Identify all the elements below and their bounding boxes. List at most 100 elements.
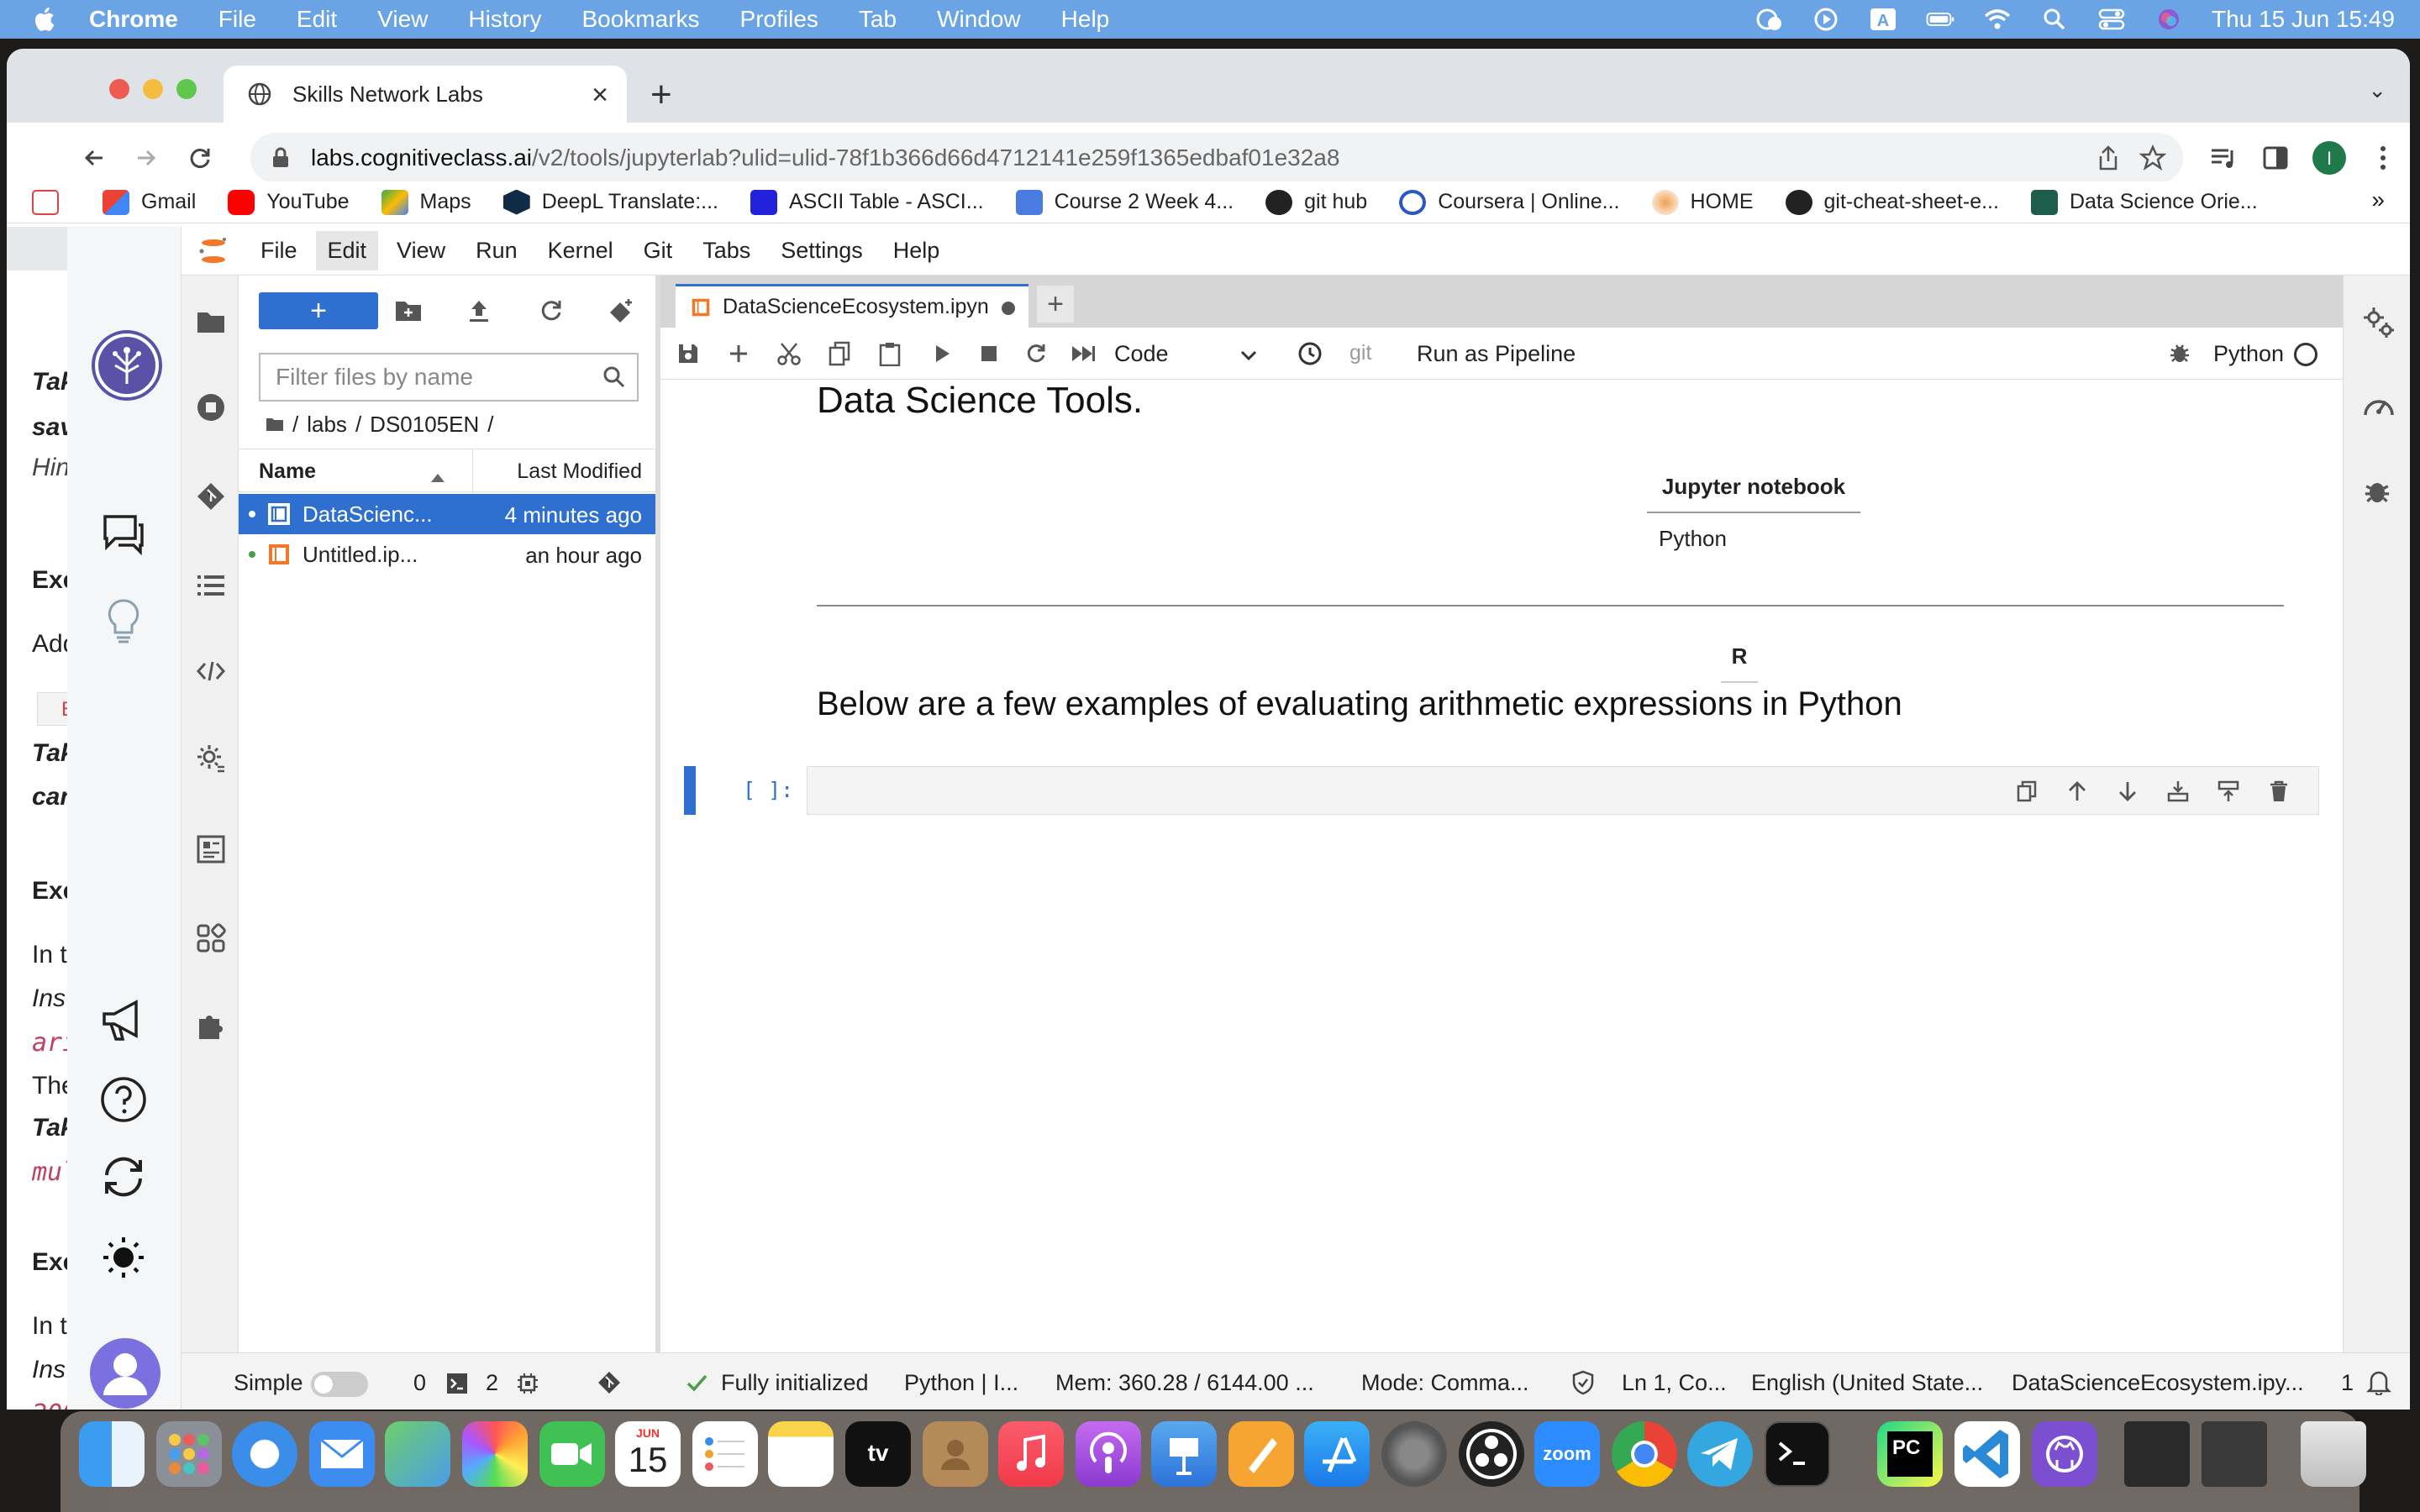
menu-bar-clock[interactable]: Thu 15 Jun 15:49	[2212, 6, 2395, 33]
git-clone-icon[interactable]	[607, 296, 637, 326]
run-cell-icon[interactable]	[928, 339, 956, 368]
menu-help[interactable]: Help	[1061, 6, 1110, 33]
folder-icon[interactable]	[195, 306, 227, 338]
lightbulb-icon[interactable]	[94, 591, 153, 650]
bookmark-gmail[interactable]: Gmail	[103, 189, 196, 215]
jmenu-help[interactable]: Help	[881, 231, 952, 270]
play-icon[interactable]	[1812, 7, 1840, 32]
column-name-header[interactable]: Name	[259, 459, 316, 484]
menu-profiles[interactable]: Profiles	[740, 6, 818, 33]
notebook-tab[interactable]: DataScienceEcosystem.ipyn	[676, 284, 1028, 328]
bookmark-git-cheat[interactable]: git-cheat-sheet-e...	[1785, 189, 1999, 215]
apple-logo-icon[interactable]	[30, 4, 60, 34]
git-status-icon[interactable]	[597, 1370, 622, 1401]
siri-icon[interactable]	[2154, 7, 2183, 32]
simple-mode-toggle[interactable]	[311, 1372, 368, 1397]
kernel-name-label[interactable]: Python	[2213, 341, 2284, 367]
kernel-status-text[interactable]: Python | I...	[904, 1370, 1018, 1396]
insert-above-icon[interactable]	[2165, 779, 2191, 804]
code-cell[interactable]: [ ]:	[684, 766, 2326, 815]
app-store-icon[interactable]	[1304, 1421, 1370, 1487]
megaphone-icon[interactable]	[94, 991, 153, 1050]
telegram-icon[interactable]	[1687, 1421, 1753, 1487]
puzzle-piece-icon[interactable]	[195, 1010, 227, 1042]
system-preferences-gear-icon[interactable]	[1381, 1421, 1447, 1487]
bookmark-github[interactable]: git hub	[1265, 189, 1367, 215]
reload-icon[interactable]	[180, 138, 220, 178]
photos-icon[interactable]	[462, 1421, 528, 1487]
address-bar[interactable]: labs.cognitiveclass.ai/v2/tools/jupyterl…	[250, 133, 2183, 183]
stop-kernel-icon[interactable]	[975, 339, 1003, 368]
code-snippets-icon[interactable]	[195, 655, 227, 687]
trusted-shield-icon[interactable]	[1571, 1370, 1595, 1401]
refresh-icon[interactable]	[536, 296, 566, 326]
debugger-bug-icon[interactable]	[2168, 341, 2191, 370]
bookmark-home[interactable]: HOME	[1651, 189, 1754, 215]
terminal-icon[interactable]	[1765, 1421, 1830, 1487]
jmenu-view[interactable]: View	[385, 231, 457, 270]
component-catalog-icon[interactable]	[195, 833, 227, 865]
add-tab-button[interactable]: +	[1037, 286, 1074, 323]
code-cell-editor[interactable]	[807, 766, 2319, 815]
run-as-pipeline-button[interactable]: Run as Pipeline	[1417, 341, 1576, 367]
finder-icon[interactable]	[79, 1421, 145, 1487]
pages-pen-icon[interactable]	[1228, 1421, 1294, 1487]
bookmark-ascii-table[interactable]: ASCII Table - ASCI...	[750, 189, 984, 215]
safari-compass-icon[interactable]	[232, 1421, 297, 1487]
bookmark-deepl[interactable]: DeepL Translate:...	[502, 189, 718, 215]
cursor-position[interactable]: Ln 1, Co...	[1622, 1370, 1727, 1396]
calendar-icon[interactable]: JUN 15	[615, 1421, 681, 1487]
window-minimize-button[interactable]	[143, 79, 163, 99]
menu-app-name[interactable]: Chrome	[89, 6, 178, 33]
trash-icon[interactable]	[2301, 1421, 2366, 1487]
kebab-menu-icon[interactable]	[2363, 138, 2403, 178]
menu-tab[interactable]: Tab	[859, 6, 897, 33]
window-close-button[interactable]	[109, 79, 129, 99]
maps-icon[interactable]	[385, 1421, 450, 1487]
file-row-untitled[interactable]: Untitled.ip... an hour ago	[239, 534, 655, 575]
jmenu-settings[interactable]: Settings	[769, 231, 875, 270]
new-folder-icon[interactable]	[393, 296, 424, 326]
vscode-icon[interactable]	[1954, 1421, 2020, 1487]
save-icon[interactable]	[674, 339, 702, 368]
zoom-icon[interactable]: zoom	[1534, 1421, 1600, 1487]
jmenu-tabs[interactable]: Tabs	[691, 231, 762, 270]
notification-badge-icon[interactable]	[1754, 7, 1783, 32]
window-zoom-button[interactable]	[176, 79, 197, 99]
reminders-list-icon[interactable]	[692, 1421, 758, 1487]
jmenu-kernel[interactable]: Kernel	[536, 231, 625, 270]
restart-kernel-icon[interactable]	[1022, 339, 1050, 368]
notes-icon[interactable]	[768, 1421, 834, 1487]
kernel-cpu-icon[interactable]	[516, 1372, 539, 1401]
settings-gear-code-icon[interactable]	[195, 743, 227, 774]
file-filter-input[interactable]: Filter files by name	[259, 353, 639, 402]
tab-close-icon[interactable]: ×	[592, 79, 608, 112]
refresh-sync-icon[interactable]	[94, 1147, 153, 1206]
move-up-arrow-icon[interactable]	[2065, 779, 2090, 804]
jmenu-git[interactable]: Git	[632, 231, 685, 270]
move-down-arrow-icon[interactable]	[2115, 779, 2140, 804]
bookmark-ds-orientation[interactable]: Data Science Orie...	[2030, 189, 2258, 215]
jmenu-edit[interactable]: Edit	[315, 231, 379, 270]
obs-icon[interactable]	[1459, 1421, 1524, 1487]
file-row-datascience[interactable]: DataScienc... 4 minutes ago	[239, 494, 655, 534]
control-center-icon[interactable]	[2097, 7, 2126, 32]
menu-bookmarks[interactable]: Bookmarks	[581, 6, 699, 33]
bookmark-star-icon[interactable]	[2139, 144, 2167, 177]
side-panel-icon[interactable]	[2255, 138, 2296, 178]
bookmarks-overflow[interactable]: »	[2371, 186, 2385, 213]
cell-type-select[interactable]: Code	[1114, 339, 1257, 368]
clock-history-icon[interactable]	[1296, 339, 1324, 368]
media-queue-icon[interactable]	[2203, 138, 2244, 178]
menu-file[interactable]: File	[218, 6, 256, 33]
sort-ascending-icon[interactable]	[430, 465, 445, 489]
keyboard-a-icon[interactable]: A	[1869, 7, 1897, 32]
terminal-icon[interactable]	[445, 1372, 469, 1401]
column-modified-header[interactable]: Last Modified	[517, 459, 642, 484]
breadcrumb-root[interactable]: /	[292, 412, 298, 438]
new-tab-button[interactable]: +	[650, 74, 672, 116]
chat-bubbles-icon[interactable]	[94, 504, 153, 563]
menu-window[interactable]: Window	[937, 6, 1021, 33]
running-stop-icon[interactable]	[195, 391, 227, 423]
facetime-camera-icon[interactable]	[539, 1421, 605, 1487]
